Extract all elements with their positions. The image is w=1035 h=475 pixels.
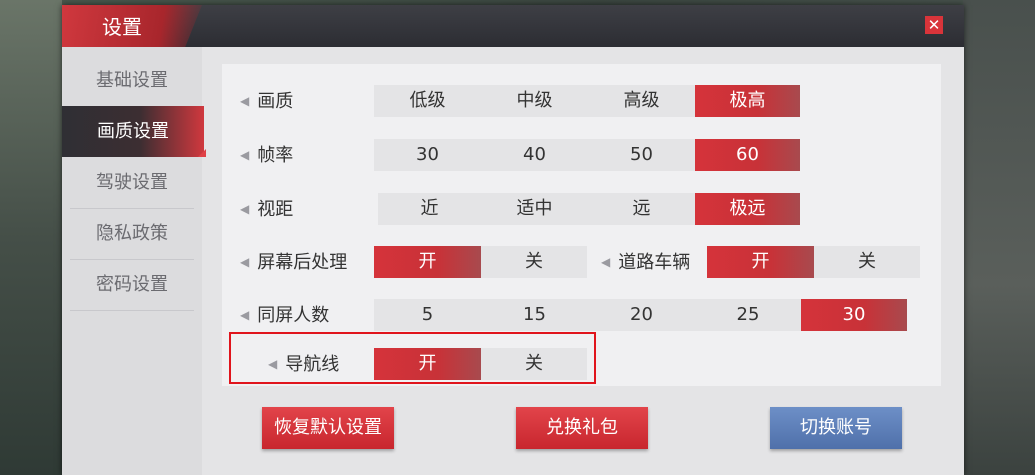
chevron-left-icon: ◀ (240, 202, 250, 216)
reset-defaults-button[interactable]: 恢复默认设置 (262, 407, 394, 449)
settings-sidebar: 基础设置 画质设置 驾驶设置 隐私政策 密码设置 (62, 47, 206, 475)
same-screen-players-label: ◀ 同屏人数 (240, 302, 329, 330)
post-processing-off[interactable]: 关 (481, 246, 587, 278)
quality-option-ultra[interactable]: 极高 (695, 85, 800, 117)
close-icon[interactable]: ✕ (925, 16, 943, 34)
chevron-left-icon: ◀ (240, 94, 250, 108)
players-option-20[interactable]: 20 (588, 299, 695, 331)
settings-dialog: 设置 ✕ 基础设置 画质设置 驾驶设置 隐私政策 密码设置 (62, 5, 964, 475)
nav-line-label: ◀ 导航线 (268, 351, 339, 379)
view-distance-label: ◀ 视距 (240, 196, 293, 224)
post-processing-label: ◀ 屏幕后处理 (240, 249, 347, 277)
quality-option-mid[interactable]: 中级 (481, 85, 588, 117)
sidebar-item-privacy[interactable]: 隐私政策 (70, 208, 194, 260)
sidebar-item-graphics[interactable]: 画质设置 (62, 106, 206, 157)
chevron-left-icon: ◀ (268, 357, 278, 371)
road-vehicles-off[interactable]: 关 (814, 246, 920, 278)
title-bar: 设置 ✕ (62, 5, 964, 47)
sidebar-item-driving[interactable]: 驾驶设置 (70, 157, 194, 209)
dialog-title: 设置 (102, 15, 142, 39)
chevron-left-icon: ◀ (240, 308, 250, 322)
sidebar-item-basic[interactable]: 基础设置 (70, 55, 194, 107)
framerate-option-60[interactable]: 60 (695, 139, 800, 171)
framerate-option-40[interactable]: 40 (481, 139, 588, 171)
post-processing-on[interactable]: 开 (374, 246, 481, 278)
players-option-5[interactable]: 5 (374, 299, 481, 331)
quality-label: ◀ 画质 (240, 88, 293, 116)
road-vehicles-label: ◀ 道路车辆 (601, 249, 690, 277)
chevron-left-icon: ◀ (601, 255, 611, 269)
chevron-left-icon: ◀ (240, 255, 250, 269)
view-distance-option-far[interactable]: 远 (588, 193, 695, 225)
framerate-label: ◀ 帧率 (240, 142, 293, 170)
framerate-option-30[interactable]: 30 (374, 139, 481, 171)
chevron-left-icon: ◀ (240, 148, 250, 162)
road-vehicles-on[interactable]: 开 (707, 246, 814, 278)
nav-line-on[interactable]: 开 (374, 348, 481, 380)
players-option-25[interactable]: 25 (695, 299, 801, 331)
framerate-option-50[interactable]: 50 (588, 139, 695, 171)
redeem-gift-button[interactable]: 兑换礼包 (516, 407, 648, 449)
view-distance-option-near[interactable]: 近 (378, 193, 481, 225)
view-distance-option-ultra[interactable]: 极远 (695, 193, 800, 225)
view-distance-option-medium[interactable]: 适中 (481, 193, 588, 225)
background-right (963, 0, 1035, 475)
switch-account-button[interactable]: 切换账号 (770, 407, 902, 449)
quality-option-high[interactable]: 高级 (588, 85, 695, 117)
players-option-30[interactable]: 30 (801, 299, 907, 331)
background-left (0, 0, 62, 475)
sidebar-item-password[interactable]: 密码设置 (70, 259, 194, 311)
nav-line-off[interactable]: 关 (481, 348, 587, 380)
quality-option-low[interactable]: 低级 (374, 85, 481, 117)
players-option-15[interactable]: 15 (481, 299, 588, 331)
